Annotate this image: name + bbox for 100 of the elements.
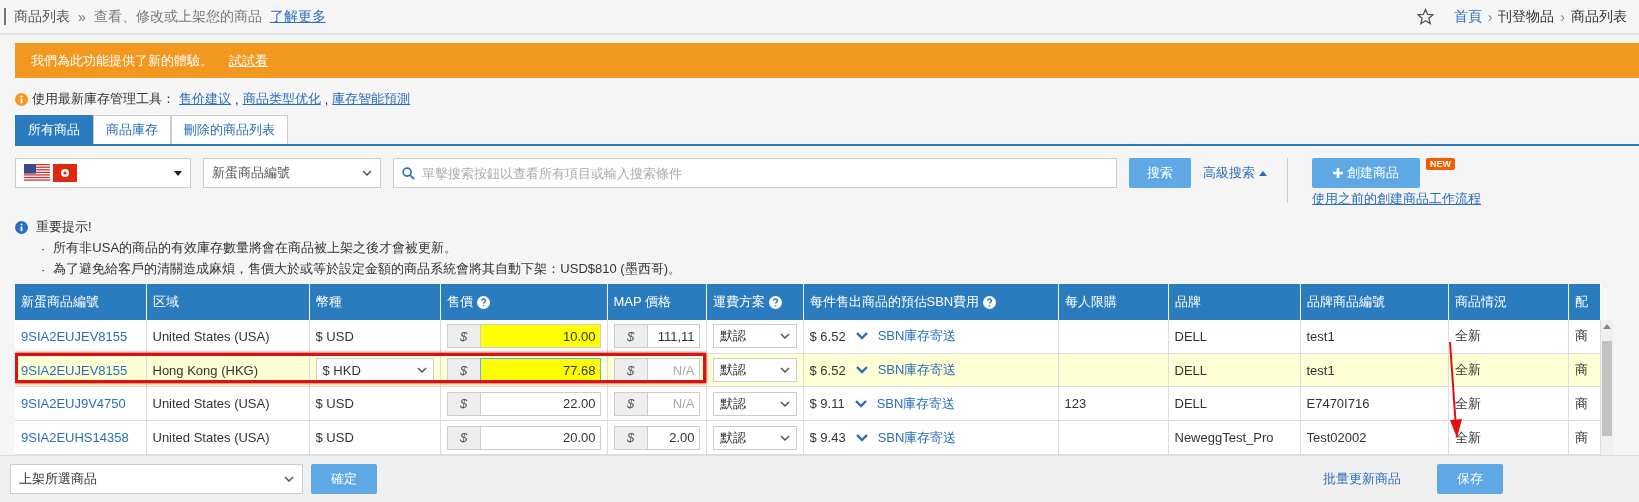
sbn-method-link[interactable]: SBN庫存寄送: [877, 327, 957, 346]
breadcrumb-link[interactable]: 首頁: [1453, 7, 1482, 26]
table-cell: 全新: [1448, 353, 1568, 387]
shipping-select[interactable]: 默認: [712, 425, 797, 450]
column-title: 每人限購: [1064, 293, 1117, 311]
column-header[interactable]: 每人限購: [1058, 284, 1168, 320]
table-row[interactable]: 9SIA2EUJEV8155 Hong Kong (HKG) $ HKD $ 77.68 $ N/A 默認 $ 6.52 SBN庫存寄送 DELL test1 全新 商: [15, 353, 1600, 387]
tab[interactable]: 商品庫存: [93, 115, 171, 144]
table-cell: test1: [1300, 320, 1448, 354]
comma: ,: [235, 91, 239, 107]
help-icon[interactable]: [476, 295, 490, 309]
learn-more-link[interactable]: 了解更多: [269, 7, 326, 26]
column-header[interactable]: 商品情況: [1448, 284, 1568, 320]
table-cell: 全新: [1448, 420, 1568, 455]
advanced-search-link[interactable]: 高級搜索: [1203, 164, 1255, 182]
caret-icon: [174, 170, 182, 176]
shipping-select[interactable]: 默認: [712, 324, 797, 349]
help-icon[interactable]: [768, 295, 782, 309]
old-workflow-link[interactable]: 使用之前的創建商品工作流程: [1312, 190, 1481, 208]
chevron-down-icon: [779, 333, 790, 340]
plus-icon: [1333, 168, 1343, 178]
column-header[interactable]: 幣種: [309, 284, 440, 320]
map-price-field[interactable]: $ N/A: [613, 391, 700, 416]
sbn-method-link[interactable]: SBN庫存寄送: [876, 394, 956, 413]
map-price-field[interactable]: $ 2.00: [613, 425, 700, 450]
column-header[interactable]: 每件售出商品的預估SBN費用: [803, 284, 1058, 320]
table-row[interactable]: 9SIA2EUHS14358 United States (USA) $ USD $ 20.00 $ 2.00 默認 $ 9.43 SBN庫存寄送 NeweggTest_Pro Test02002 全新 商: [15, 420, 1600, 455]
column-header[interactable]: 品牌: [1168, 284, 1300, 320]
breadcrumb-separator: »: [78, 8, 86, 25]
column-title: 配: [1574, 293, 1588, 311]
star-icon[interactable]: [1416, 8, 1434, 25]
comma: ,: [324, 91, 329, 107]
column-title: 新蛋商品編號: [21, 293, 99, 311]
chevron-down-icon: [284, 476, 294, 482]
chevron-down-icon: [779, 367, 790, 374]
price-field[interactable]: $ 10.00: [446, 324, 601, 349]
caret-up-icon: [1259, 170, 1267, 176]
info-icon: [15, 92, 28, 106]
banner-text: 我們為此功能提供了新的體驗。: [31, 51, 213, 70]
tab[interactable]: 所有商品: [15, 115, 93, 144]
flag-icon: [53, 164, 77, 182]
column-title: MAP 價格: [613, 293, 672, 311]
sbn-fee: $ 6.52: [809, 362, 846, 378]
sbn-fee: $ 9.43: [809, 430, 846, 446]
chevron-down-icon: [779, 434, 790, 441]
tools-label: 使用最新庫存管理工具：: [32, 90, 175, 108]
column-header[interactable]: 品牌商品編號: [1300, 284, 1448, 320]
tool-link[interactable]: 庫存智能預測: [332, 90, 411, 108]
table-row[interactable]: 9SIA2EUJ9V4750 United States (USA) $ USD $ 22.00 $ N/A 默認 $ 9.11 SBN庫存寄送 123 DELL E7470I716 全新 商: [15, 386, 1600, 421]
chevron-down-icon: [362, 170, 372, 176]
table-cell: Test02002: [1300, 420, 1448, 455]
notice-title: 重要提示!: [36, 218, 92, 236]
table-cell: 商: [1568, 320, 1600, 354]
tool-link[interactable]: 商品类型优化: [242, 90, 321, 108]
table-cell: 123: [1058, 386, 1168, 421]
tool-link[interactable]: 售价建议: [179, 90, 231, 108]
price-field[interactable]: $ 20.00: [446, 425, 601, 450]
table-cell: NeweggTest_Pro: [1168, 420, 1300, 455]
page-title: 商品列表: [14, 7, 70, 26]
breadcrumb-item: 商品列表: [1571, 7, 1627, 26]
chevron-down-icon: [416, 367, 427, 374]
column-header[interactable]: 区域: [146, 284, 309, 320]
table-cell: United States (USA): [146, 320, 309, 354]
table-cell: United States (USA): [146, 386, 309, 421]
column-title: 售價: [446, 293, 473, 311]
flag-icon: [24, 164, 50, 182]
sbn-method-link[interactable]: SBN庫存寄送: [877, 361, 957, 380]
table-cell: 全新: [1448, 320, 1568, 354]
table-cell: 全新: [1448, 386, 1568, 421]
chevron-down-icon[interactable]: [855, 332, 868, 341]
chevron-down-icon[interactable]: [855, 433, 868, 442]
tab[interactable]: 刪除的商品列表: [171, 115, 288, 144]
price-field[interactable]: $ 22.00: [446, 391, 601, 416]
action-select[interactable]: 上架所選商品: [10, 464, 303, 494]
chevron-down-icon[interactable]: [855, 366, 868, 375]
help-icon[interactable]: [983, 295, 997, 309]
shipping-select[interactable]: 默認: [712, 391, 797, 416]
column-header[interactable]: 配: [1568, 284, 1600, 320]
scroll-up-icon[interactable]: [1602, 324, 1611, 329]
column-header[interactable]: MAP 價格: [607, 284, 706, 320]
bullet: ·: [41, 240, 46, 256]
search-field[interactable]: 單擊搜索按鈕以查看所有項目或輸入搜索條件: [393, 158, 1117, 188]
map-price-field[interactable]: $ 111,11: [613, 324, 700, 349]
currency-text: $ USD: [315, 430, 354, 446]
chevron-down-icon[interactable]: [854, 399, 867, 408]
table-cell: E7470I716: [1300, 386, 1448, 421]
region-select[interactable]: [15, 158, 191, 188]
column-title: 運費方案: [712, 293, 765, 311]
shipping-select[interactable]: 默認: [712, 358, 797, 383]
sbn-method-link[interactable]: SBN庫存寄送: [877, 428, 957, 447]
field-select[interactable]: 新蛋商品編號: [203, 158, 381, 188]
column-title: 品牌商品編號: [1306, 293, 1385, 311]
column-header[interactable]: 新蛋商品編號: [15, 284, 146, 320]
column-header[interactable]: 運費方案: [706, 284, 803, 320]
table-cell: DELL: [1168, 353, 1300, 387]
bulk-update-link[interactable]: 批量更新商品: [1323, 470, 1401, 488]
column-title: 商品情況: [1454, 293, 1507, 311]
table-row[interactable]: 9SIA2EUJEV8155 United States (USA) $ USD $ 10.00 $ 111,11 默認 $ 6.52 SBN庫存寄送 DELL test1 全新 商: [15, 320, 1600, 354]
column-title: 每件售出商品的預估SBN費用: [809, 293, 980, 311]
column-header[interactable]: 售價: [440, 284, 607, 320]
